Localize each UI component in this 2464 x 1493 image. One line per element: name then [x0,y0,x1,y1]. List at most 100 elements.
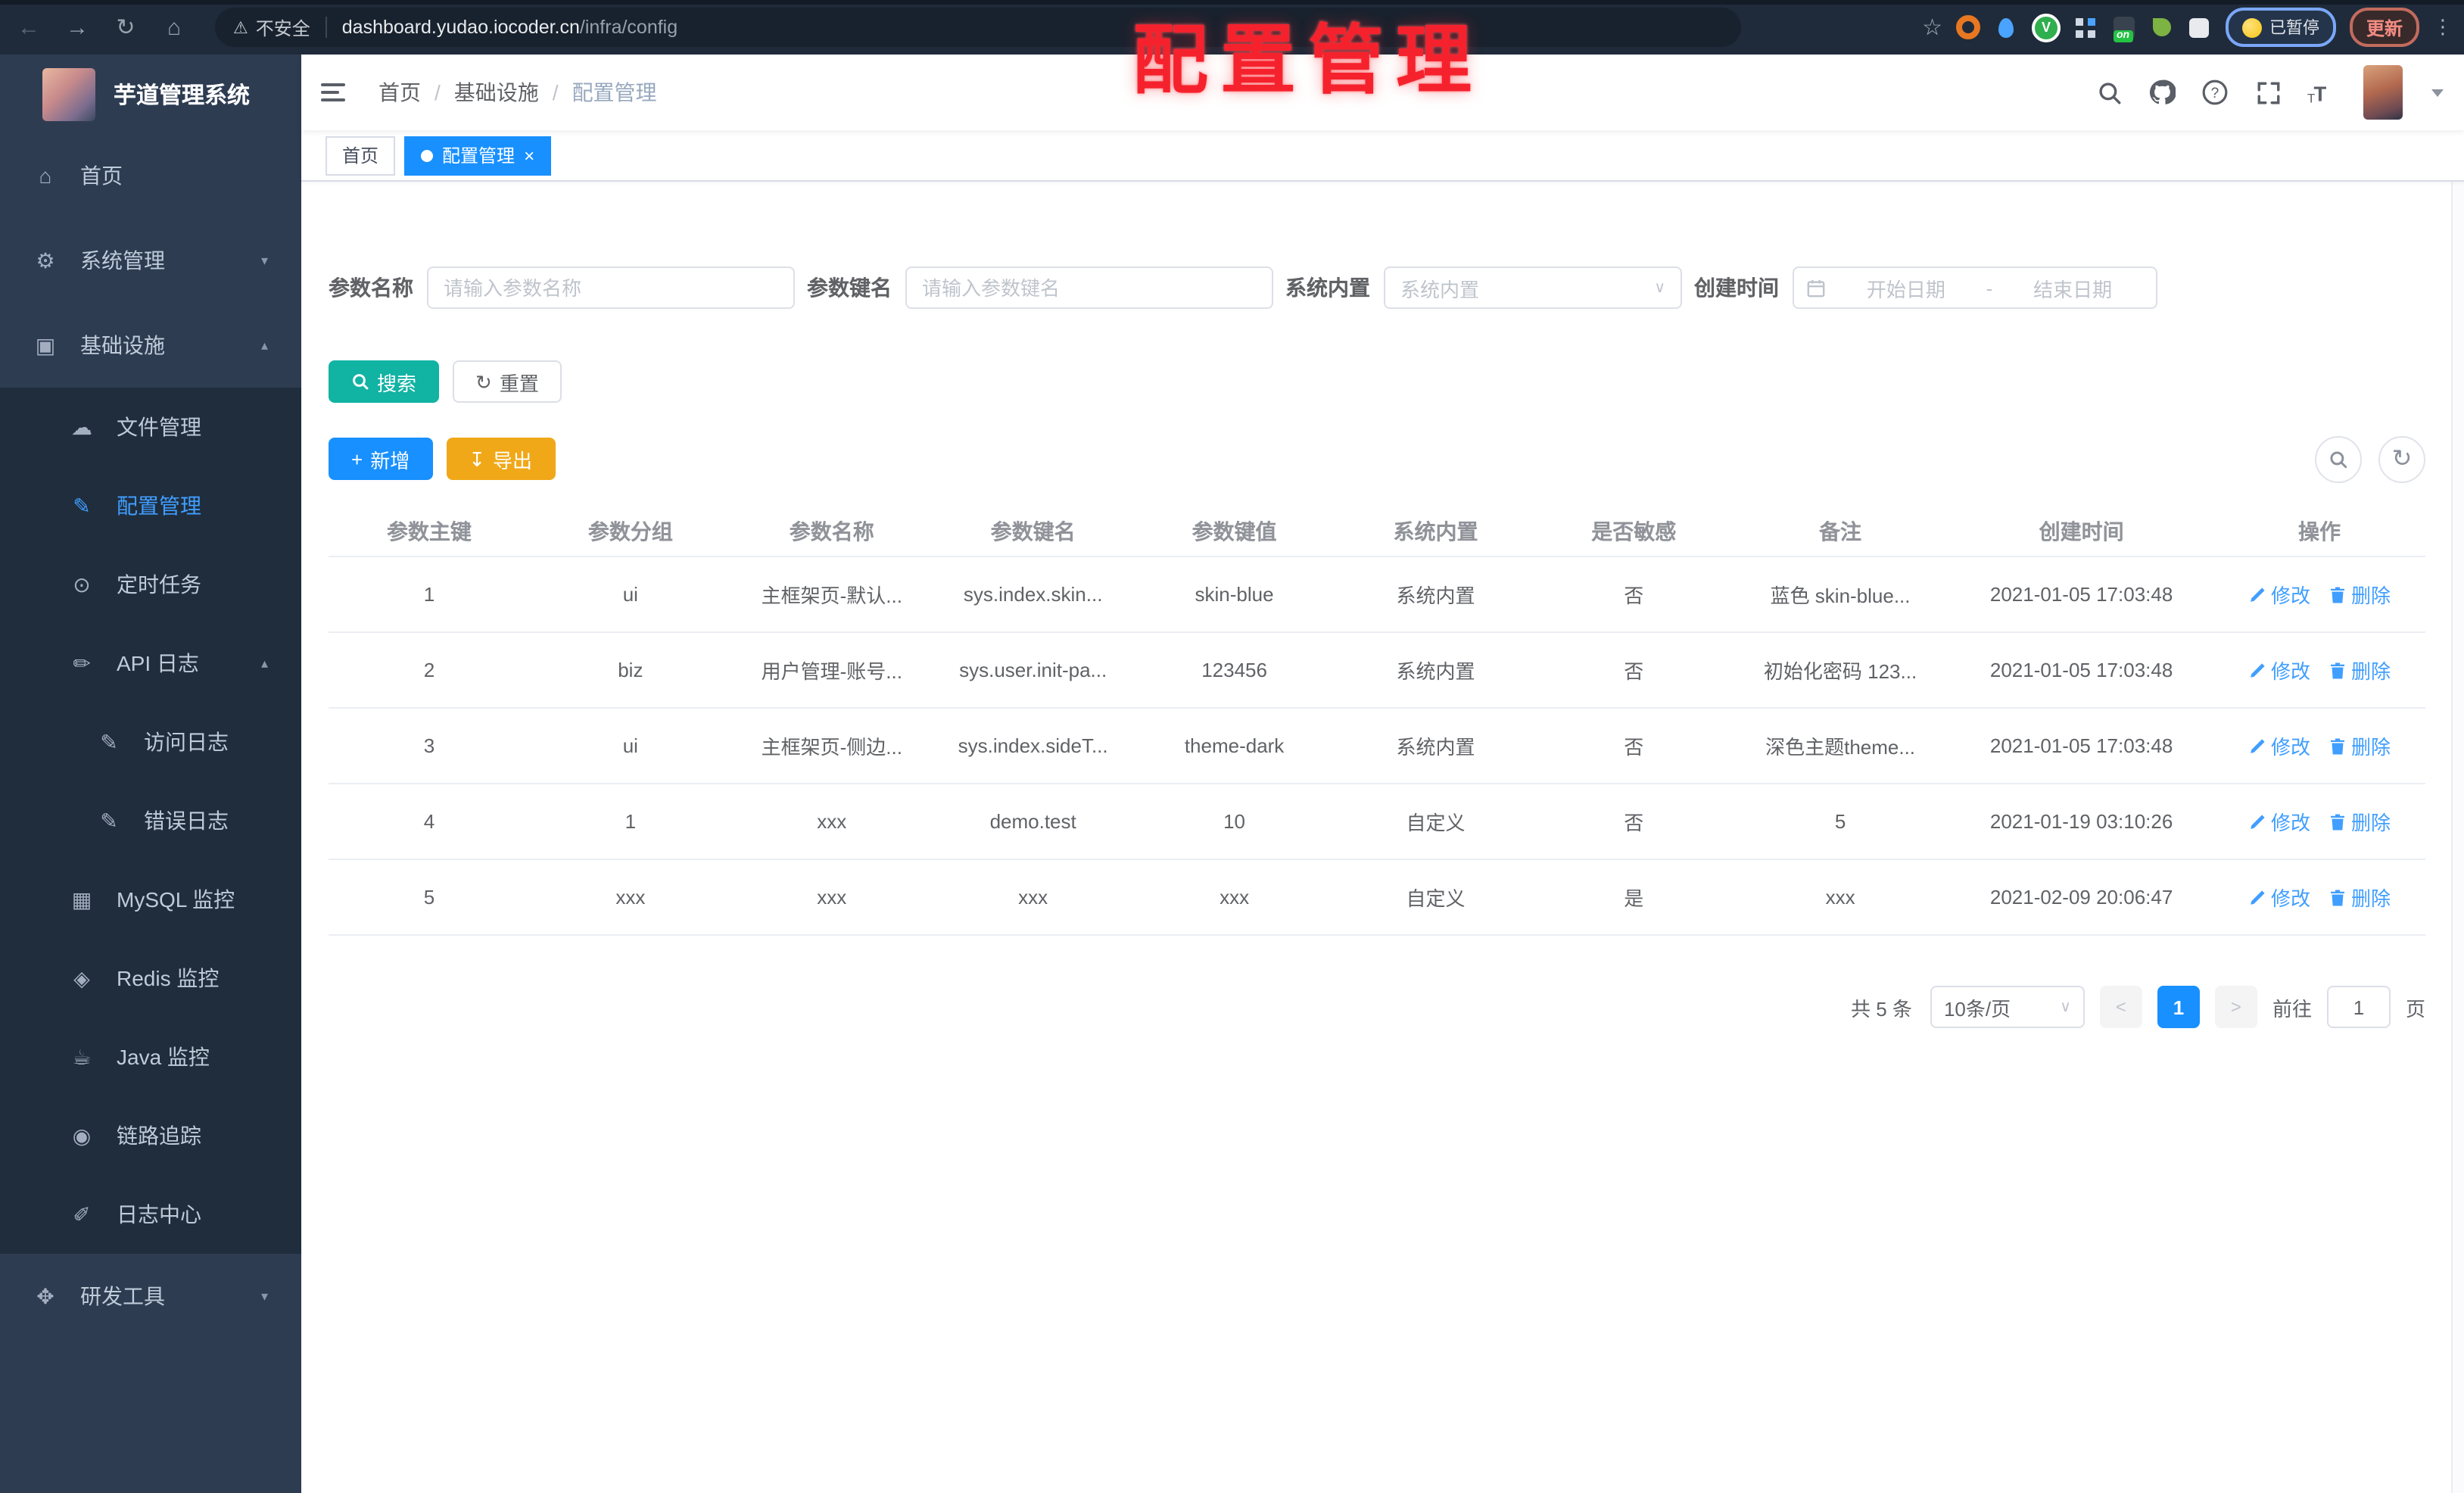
breadcrumb-home[interactable]: 首页 [378,77,421,108]
toggle-search-icon[interactable] [2315,435,2362,482]
search-icon[interactable] [2092,76,2126,109]
goto-page-input[interactable] [2326,986,2391,1028]
browser-menu-icon[interactable]: ⋮ [2433,15,2453,39]
edit-link[interactable]: 修改 [2248,656,2310,684]
search-button-row: 搜索 ↻ 重置 [329,360,2425,403]
refresh-table-icon[interactable]: ↻ [2378,435,2425,482]
log-center-icon: ✐ [73,1202,91,1226]
sidebar-item-java[interactable]: ☕ Java 监控 [0,1018,301,1096]
sidebar-item-job[interactable]: ⊙ 定时任务 [0,545,301,624]
breadcrumb-current: 配置管理 [572,80,657,104]
column-header: 是否敏感 [1536,507,1732,557]
cell-value: theme-dark [1133,708,1335,784]
help-icon[interactable]: ? [2198,76,2232,109]
header-actions: ? TT [2092,55,2444,130]
extensions-puzzle-icon[interactable] [2188,15,2212,39]
tab-home[interactable]: 首页 × [326,136,396,175]
edit-link[interactable]: 修改 [2248,807,2310,836]
page-size-select[interactable]: 10条/页 ∨ [1930,986,2085,1028]
not-secure-label: 不安全 [255,17,310,39]
add-button[interactable]: + 新增 [329,438,433,480]
chevron-icon: ▴ [260,337,268,352]
table-header-row: 参数主键 参数分组 参数名称 参数键名 参数键值 系统内置 是否敏感 备注 创建时间 操作 [329,507,2425,557]
address-bar[interactable]: ⚠ 不安全 dashboard.yudao.iocoder.cn/infra/c… [215,8,1741,47]
browser-reload-icon[interactable]: ↻ [106,8,145,47]
table-row: 4 1 xxx demo.test 10 自定义 否 5 2021-01-19 … [329,784,2425,860]
update-button[interactable]: 更新 [2349,8,2419,47]
export-button[interactable]: ↧ 导出 [446,438,556,480]
ext-on-icon[interactable]: on [2112,15,2136,42]
pencil-icon [2251,814,2265,828]
ext-green-icon[interactable]: V [2031,13,2061,42]
github-icon[interactable] [2145,76,2179,109]
delete-link[interactable]: 删除 [2328,731,2391,760]
ext-leaf-icon[interactable] [2150,15,2174,39]
font-size-icon[interactable]: TT [2304,76,2338,109]
error-log-icon: ✎ [100,808,118,832]
update-label: 更新 [2366,17,2403,39]
sidebar-item-trace[interactable]: ◉ 链路追踪 [0,1096,301,1175]
emoji-face-icon [2241,17,2262,37]
tools-icon: ✥ [36,1283,55,1308]
ext-orange-icon[interactable] [1955,15,1980,39]
reset-button[interactable]: ↻ 重置 [453,360,562,403]
sidebar-item-infra[interactable]: ▣ 基础设施 ▴ [0,303,301,388]
system-builtin-select[interactable]: 系统内置 ∨ [1384,266,1682,309]
delete-link[interactable]: 删除 [2328,656,2391,684]
not-secure-warning-icon: ⚠ [233,19,248,37]
column-header: 参数键值 [1133,507,1335,557]
chevron-icon: ▾ [260,252,268,267]
sidebar-item-access-log[interactable]: ✎ 访问日志 [0,703,301,781]
column-header: 参数分组 [529,507,731,557]
user-menu-caret-icon[interactable] [2431,89,2444,96]
edit-link[interactable]: 修改 [2248,731,2310,760]
trash-icon [2331,662,2345,678]
hamburger-icon[interactable] [321,76,354,109]
edit-link[interactable]: 修改 [2248,580,2310,609]
sidebar-item-redis[interactable]: ◈ Redis 监控 [0,939,301,1018]
app-logo-row[interactable]: 芋道管理系统 [0,55,301,133]
search-icon [351,372,369,391]
search-button[interactable]: 搜索 [329,360,440,403]
create-time-range-picker[interactable]: 开始日期 - 结束日期 [1793,266,2157,309]
user-avatar[interactable] [2363,65,2403,120]
cell-remark: xxx [1731,859,1950,936]
browser-back-icon[interactable]: ← [9,8,48,47]
cell-id: 5 [329,859,530,936]
cell-value: 123456 [1133,632,1335,709]
bookmark-star-icon[interactable]: ☆ [1922,14,1942,41]
param-key-input[interactable] [905,266,1273,309]
prev-page-button[interactable]: < [2099,986,2142,1028]
active-tab-dot [421,149,434,161]
ext-grid-icon[interactable] [2074,15,2098,39]
sidebar-item-dev-tools[interactable]: ✥ 研发工具 ▾ [0,1254,301,1339]
browser-home-icon[interactable]: ⌂ [154,8,194,47]
sidebar-item-log-center[interactable]: ✐ 日志中心 [0,1175,301,1254]
sidebar-item-home[interactable]: ⌂ 首页 [0,133,301,218]
close-icon[interactable]: × [524,146,534,164]
next-page-button[interactable]: > [2214,986,2257,1028]
cell-sensitive: 否 [1536,784,1732,860]
sidebar-item-api-log[interactable]: ✏ API 日志 ▴ [0,624,301,703]
delete-link[interactable]: 删除 [2328,883,2391,912]
cell-key: demo.test [932,784,1134,860]
edit-link[interactable]: 修改 [2248,883,2310,912]
browser-forward-icon[interactable]: → [58,8,97,47]
sidebar-item-system[interactable]: ⚙ 系统管理 ▾ [0,218,301,303]
sidebar-item-file[interactable]: ☁ 文件管理 [0,388,301,466]
fullscreen-icon[interactable] [2251,76,2285,109]
current-page-button[interactable]: 1 [2157,986,2200,1028]
sidebar-item-config[interactable]: ✎ 配置管理 [0,466,301,545]
cloud-icon: ☁ [71,414,92,438]
delete-link[interactable]: 删除 [2328,807,2391,836]
tab-config[interactable]: 配置管理 × [404,136,552,175]
param-name-input[interactable] [427,266,795,309]
sidebar-item-mysql[interactable]: ▦ MySQL 监控 [0,860,301,939]
delete-link[interactable]: 删除 [2328,580,2391,609]
cell-key: sys.index.skin... [932,556,1134,633]
scrollbar[interactable] [2451,55,2464,1493]
paused-pill[interactable]: 已暂停 [2225,8,2336,47]
ext-pin-icon[interactable] [1994,15,2018,39]
sidebar-item-error-log[interactable]: ✎ 错误日志 [0,781,301,860]
end-date-placeholder: 结束日期 [2033,278,2113,301]
